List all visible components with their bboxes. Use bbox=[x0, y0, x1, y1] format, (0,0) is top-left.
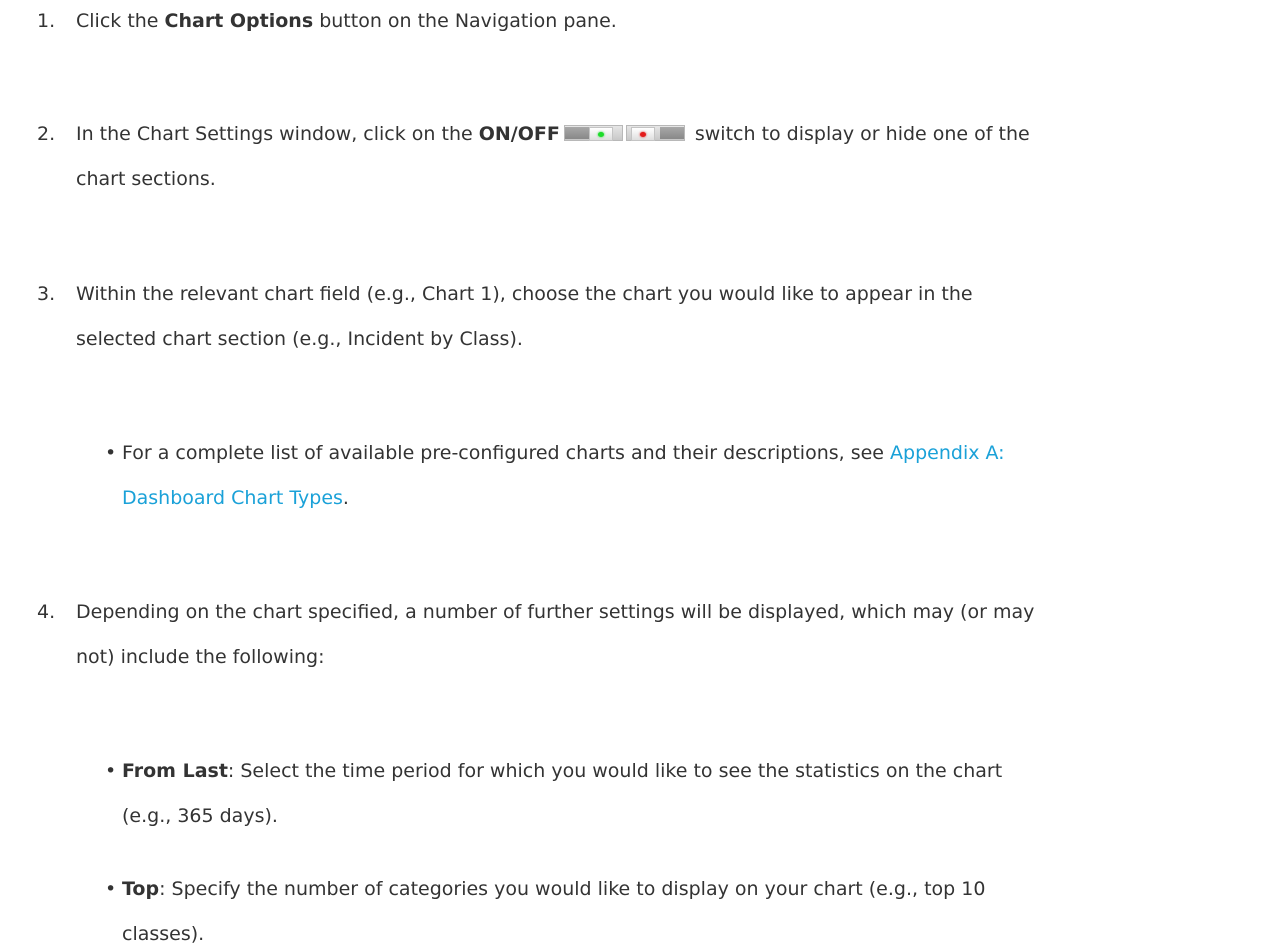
on-off-switch bbox=[563, 125, 685, 141]
bullet-top-line1: Top: Specify the number of categories yo… bbox=[122, 877, 985, 901]
from-last-label: From Last bbox=[122, 760, 228, 782]
step-1-post: button on the Navigation pane. bbox=[313, 10, 617, 32]
step-1-pre: Click the bbox=[76, 10, 165, 32]
appendix-link-continued[interactable]: Dashboard Chart Types bbox=[122, 487, 343, 509]
step-4-line2: not) include the following: bbox=[76, 646, 325, 668]
step-3-line1: Within the relevant chart field (e.g., C… bbox=[76, 283, 973, 305]
green-dot-icon bbox=[597, 132, 604, 137]
bullet-marker: • bbox=[105, 878, 117, 900]
step-3-number: 3. bbox=[37, 283, 56, 305]
bullet-appendix-post: . bbox=[342, 487, 349, 509]
document-page: 1. Click the Chart Options button on the… bbox=[0, 0, 1265, 951]
step-2-bold: ON/OFF bbox=[478, 123, 560, 145]
switch-on-icon bbox=[563, 125, 623, 141]
step-2-pre: In the Chart Settings window, click on t… bbox=[76, 123, 479, 145]
step-4-line1: Depending on the chart specified, a numb… bbox=[76, 601, 1035, 623]
bullet-from-last-line2: (e.g., 365 days). bbox=[122, 805, 278, 827]
bullet-marker: • bbox=[105, 760, 117, 782]
from-last-text: : Select the time period for which you w… bbox=[227, 760, 1003, 782]
step-4-number: 4. bbox=[37, 601, 56, 623]
top-label: Top bbox=[122, 878, 160, 900]
bullet-top-line2: classes). bbox=[122, 923, 205, 945]
step-1-number: 1. bbox=[37, 10, 56, 32]
step-2-text: In the Chart Settings window, click on t… bbox=[76, 122, 1030, 146]
step-3-line2: selected chart section (e.g., Incident b… bbox=[76, 328, 523, 350]
step-1-bold: Chart Options bbox=[164, 10, 314, 32]
step-2-line2: chart sections. bbox=[76, 168, 216, 190]
red-dot-icon bbox=[639, 132, 646, 137]
bullet-appendix-line1: For a complete list of available pre-con… bbox=[122, 441, 1005, 465]
bullet-marker: • bbox=[105, 442, 117, 464]
step-2-number: 2. bbox=[37, 123, 56, 145]
appendix-link[interactable]: Appendix A: bbox=[890, 442, 1005, 464]
step-1-text: Click the Chart Options button on the Na… bbox=[76, 9, 617, 33]
switch-off-icon bbox=[625, 125, 685, 141]
step-2-post: switch to display or hide one of the bbox=[688, 123, 1030, 145]
top-text: : Specify the number of categories you w… bbox=[159, 878, 986, 900]
bullet-appendix-pre: For a complete list of available pre-con… bbox=[122, 442, 891, 464]
bullet-from-last-line1: From Last: Select the time period for wh… bbox=[122, 759, 1002, 783]
bullet-appendix-line2: Dashboard Chart Types. bbox=[122, 486, 349, 510]
